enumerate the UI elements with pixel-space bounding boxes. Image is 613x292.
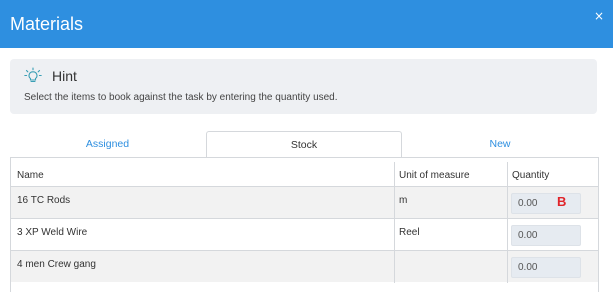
materials-table: Name Unit of measure Quantity 16 TC Rods… xyxy=(10,157,599,292)
tab-assigned[interactable]: Assigned xyxy=(10,131,205,157)
table-row: 3 XP Weld Wire Reel 0.00 xyxy=(11,218,598,251)
item-unit: Reel xyxy=(394,219,507,251)
tab-new[interactable]: New xyxy=(402,131,598,157)
marker-badge: B xyxy=(557,194,567,209)
dialog-header: Materials × xyxy=(0,0,613,48)
quantity-input[interactable]: 0.00 xyxy=(511,225,581,246)
column-header-unit: Unit of measure xyxy=(394,162,507,186)
table-row: 4 men Crew gang 0.00 xyxy=(11,250,598,283)
materials-dialog: Materials × Hint Select the items to boo… xyxy=(0,0,613,292)
item-unit: m xyxy=(394,187,507,219)
close-icon[interactable]: × xyxy=(594,9,604,23)
lightbulb-icon xyxy=(24,67,42,83)
hint-box: Hint Select the items to book against th… xyxy=(10,59,597,114)
item-quantity-cell: 0.00 xyxy=(507,219,598,251)
hint-title: Hint xyxy=(52,68,77,84)
hint-text: Select the items to book against the tas… xyxy=(24,92,338,103)
column-header-name: Name xyxy=(17,170,44,181)
item-quantity-cell: 0.00 xyxy=(507,251,598,283)
item-quantity-cell: 0.00 B xyxy=(507,187,598,219)
quantity-input[interactable]: 0.00 xyxy=(511,193,581,214)
quantity-input[interactable]: 0.00 xyxy=(511,257,581,278)
item-name: 3 XP Weld Wire xyxy=(17,227,88,238)
item-name: 4 men Crew gang xyxy=(17,259,96,270)
column-header-quantity: Quantity xyxy=(507,162,598,186)
item-name: 16 TC Rods xyxy=(17,195,71,206)
item-unit xyxy=(394,251,507,283)
table-header-row: Name Unit of measure Quantity xyxy=(11,162,598,186)
table-row: 16 TC Rods m 0.00 B xyxy=(11,186,598,219)
dialog-title: Materials xyxy=(10,13,84,34)
tab-stock[interactable]: Stock xyxy=(206,131,402,158)
